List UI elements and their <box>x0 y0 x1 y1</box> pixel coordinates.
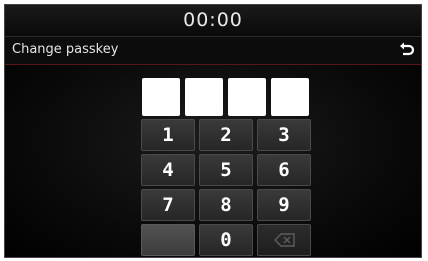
page-title: Change passkey <box>12 42 119 57</box>
key-1[interactable]: 1 <box>141 119 195 151</box>
passkey-digit-box <box>228 78 266 116</box>
back-arrow-icon <box>400 42 415 56</box>
key-5[interactable]: 5 <box>199 154 253 186</box>
passkey-panel: 1 2 3 4 5 6 7 8 9 0 <box>5 65 421 257</box>
key-2[interactable]: 2 <box>199 119 253 151</box>
backspace-icon <box>274 233 295 247</box>
key-3[interactable]: 3 <box>257 119 311 151</box>
passkey-digit-box <box>271 78 309 116</box>
key-9[interactable]: 9 <box>257 189 311 221</box>
status-bar: 00:00 <box>5 5 421 37</box>
head-unit-screen: 00:00 Change passkey 1 2 3 4 5 6 7 8 9 0 <box>4 4 422 258</box>
key-7[interactable]: 7 <box>141 189 195 221</box>
key-4[interactable]: 4 <box>141 154 195 186</box>
key-8[interactable]: 8 <box>199 189 253 221</box>
clock: 00:00 <box>183 9 243 31</box>
backspace-button[interactable] <box>257 224 311 256</box>
passkey-entry <box>142 78 312 116</box>
key-0[interactable]: 0 <box>199 224 253 256</box>
passkey-digit-box <box>185 78 223 116</box>
key-6[interactable]: 6 <box>257 154 311 186</box>
numeric-keypad: 1 2 3 4 5 6 7 8 9 0 <box>141 119 312 257</box>
blank-key <box>141 224 195 256</box>
title-bar: Change passkey <box>5 37 421 65</box>
back-button[interactable] <box>397 40 417 60</box>
passkey-digit-box <box>142 78 180 116</box>
